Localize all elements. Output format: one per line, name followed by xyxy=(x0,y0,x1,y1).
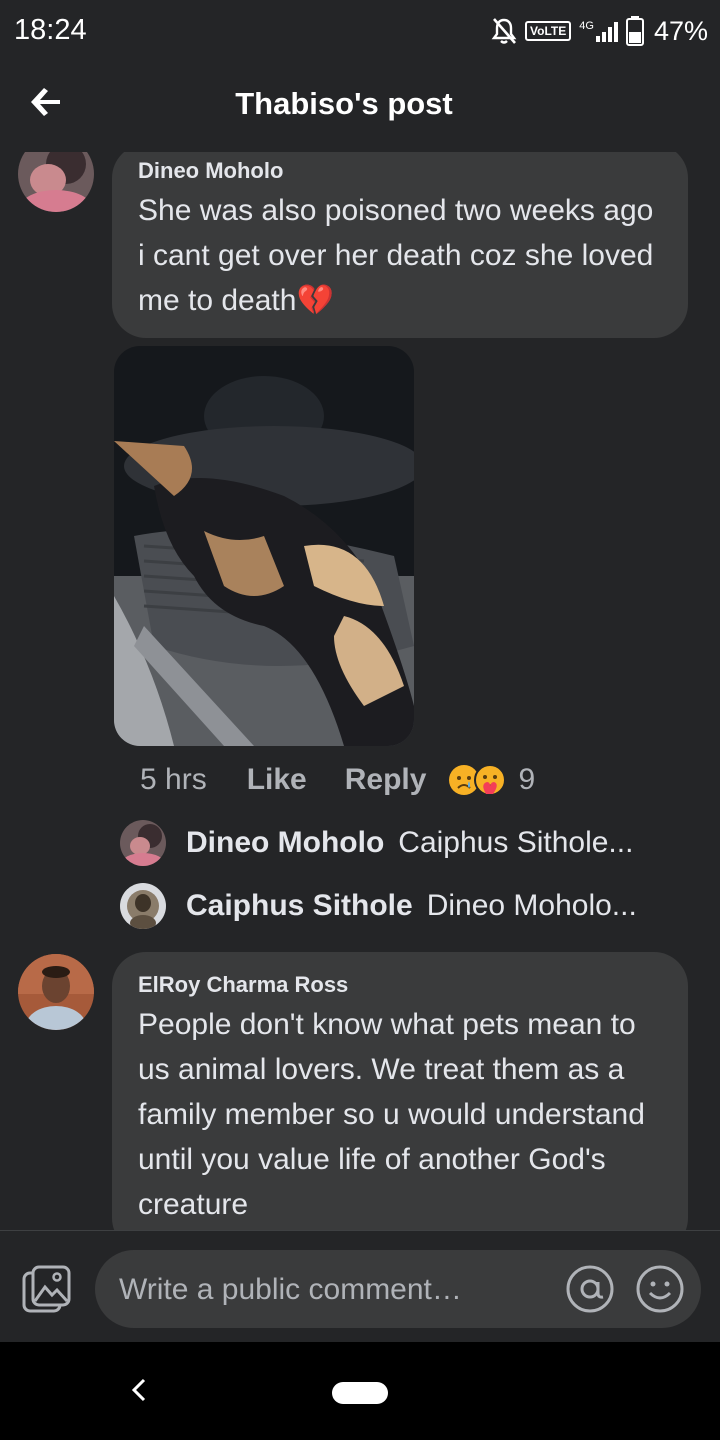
comments-feed[interactable]: Dineo Moholo She was also poisoned two w… xyxy=(0,152,720,1230)
reply-author[interactable]: Caiphus Sithole xyxy=(186,889,413,923)
reaction-count: 9 xyxy=(518,763,536,796)
reply-button[interactable]: Reply xyxy=(345,763,427,797)
care-face-icon xyxy=(474,764,507,796)
system-back-button[interactable] xyxy=(124,1372,154,1408)
emoji-button[interactable] xyxy=(635,1264,685,1314)
reactions[interactable]: 9 xyxy=(448,763,535,797)
smiley-icon xyxy=(636,1265,684,1313)
volte-badge: VoLTE xyxy=(525,21,572,41)
comment-input[interactable] xyxy=(117,1250,541,1330)
comment-photo[interactable] xyxy=(114,346,414,746)
reply-author[interactable]: Dineo Moholo xyxy=(186,826,384,860)
signal-icon: 4G xyxy=(579,20,618,42)
reply-text: Caiphus Sithole... xyxy=(398,826,634,859)
comment-bubble[interactable]: Dineo Moholo She was also poisoned two w… xyxy=(112,152,688,338)
reply-text: Dineo Moholo... xyxy=(426,889,637,922)
mute-bell-icon xyxy=(491,18,517,44)
avatar[interactable] xyxy=(120,820,166,866)
post-header: Thabiso's post xyxy=(0,62,720,152)
comment-composer xyxy=(0,1230,720,1343)
comment-text: She was also poisoned two weeks ago i ca… xyxy=(138,194,654,317)
home-pill[interactable] xyxy=(332,1382,388,1404)
battery-icon xyxy=(625,16,644,46)
add-photo-button[interactable] xyxy=(22,1265,72,1313)
at-sign-icon xyxy=(566,1265,614,1313)
battery-percent: 47% xyxy=(653,15,708,46)
status-icons: VoLTE 4G 47% xyxy=(491,14,708,48)
reply-item[interactable]: Dineo Moholo Caiphus Sithole... xyxy=(120,818,700,868)
comment-input-container[interactable] xyxy=(95,1250,701,1330)
comment-bubble[interactable]: ElRoy Charma Ross People don't know what… xyxy=(112,952,688,1230)
avatar[interactable] xyxy=(18,152,94,212)
status-bar: 18:24 VoLTE 4G 47% xyxy=(0,0,720,62)
comment-text: People don't know what pets mean to us a… xyxy=(138,1008,645,1221)
image-icon xyxy=(22,1265,71,1313)
comment-actions: 5 hrs Like Reply 9 xyxy=(140,758,535,802)
chevron-left-icon xyxy=(131,1378,146,1402)
comment-time: 5 hrs xyxy=(140,763,207,796)
comment-author[interactable]: Dineo Moholo xyxy=(138,158,662,184)
avatar[interactable] xyxy=(120,883,166,929)
reply-item[interactable]: Caiphus Sithole Dineo Moholo... xyxy=(120,881,700,931)
system-nav-bar xyxy=(0,1342,720,1440)
comment-author[interactable]: ElRoy Charma Ross xyxy=(138,972,662,998)
network-type: 4G xyxy=(579,20,594,32)
avatar[interactable] xyxy=(18,954,94,1030)
page-title: Thabiso's post xyxy=(235,86,453,121)
like-button[interactable]: Like xyxy=(247,763,307,797)
status-time: 18:24 xyxy=(14,14,87,46)
mention-button[interactable] xyxy=(565,1264,615,1314)
